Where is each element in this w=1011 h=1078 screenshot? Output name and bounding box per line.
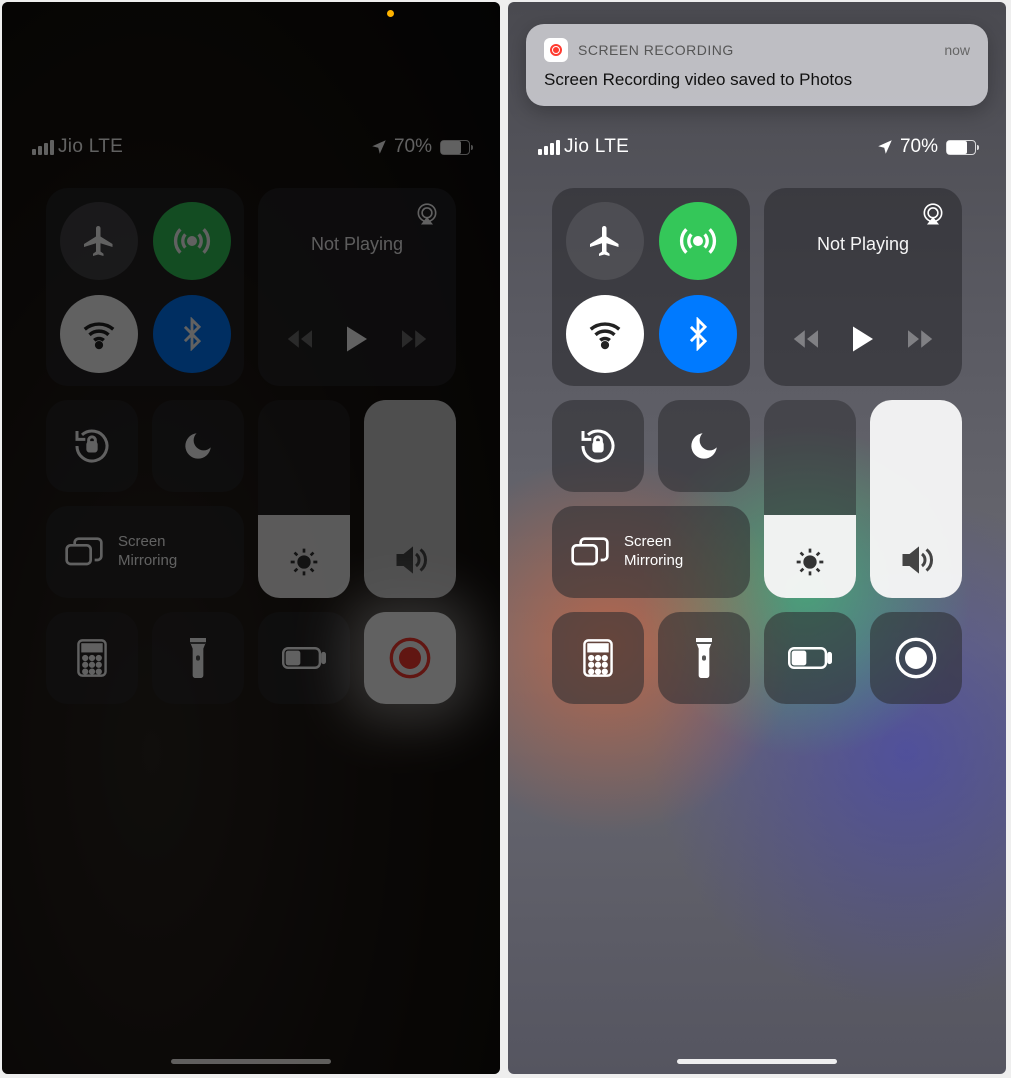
cellular-icon — [172, 221, 212, 261]
not-playing-label: Not Playing — [272, 234, 442, 255]
bluetooth-icon — [681, 317, 715, 351]
bluetooth-icon — [175, 317, 209, 351]
phone-left: Jio LTE 70% — [2, 2, 500, 1074]
notif-body: Screen Recording video saved to Photos — [544, 70, 970, 90]
airplane-toggle[interactable] — [566, 202, 644, 280]
record-icon — [894, 636, 938, 680]
screen-mirroring-button[interactable]: Screen Mirroring — [552, 506, 750, 598]
low-power-button[interactable] — [764, 612, 856, 704]
connectivity-module[interactable] — [46, 188, 244, 386]
calculator-icon — [77, 639, 107, 677]
wifi-icon — [586, 315, 624, 353]
mirror-icon — [64, 535, 104, 569]
volume-slider[interactable] — [870, 400, 962, 598]
home-indicator[interactable] — [171, 1059, 331, 1064]
orientation-lock-icon — [72, 426, 112, 466]
flashlight-icon — [187, 638, 209, 678]
orientation-lock-toggle[interactable] — [46, 400, 138, 492]
airplane-icon — [587, 223, 623, 259]
prev-track-icon[interactable] — [793, 328, 821, 350]
cellular-icon — [678, 221, 718, 261]
carrier-label: Jio LTE — [564, 136, 629, 158]
screen-mirroring-button[interactable]: Screen Mirroring — [46, 506, 244, 598]
orientation-lock-toggle[interactable] — [552, 400, 644, 492]
cellular-toggle[interactable] — [659, 202, 737, 280]
media-module[interactable]: Not Playing — [258, 188, 456, 386]
flashlight-icon — [693, 638, 715, 678]
location-icon — [370, 138, 388, 156]
wifi-toggle[interactable] — [60, 295, 138, 373]
airplane-icon — [81, 223, 117, 259]
volume-slider[interactable] — [364, 400, 456, 598]
low-power-icon — [788, 646, 832, 670]
orientation-lock-icon — [578, 426, 618, 466]
wifi-toggle[interactable] — [566, 295, 644, 373]
brightness-slider[interactable] — [258, 400, 350, 598]
status-bar: Jio LTE 70% — [508, 136, 1006, 158]
notif-app-name: SCREEN RECORDING — [578, 42, 734, 58]
screen-record-button[interactable] — [364, 612, 456, 704]
media-module[interactable]: Not Playing — [764, 188, 962, 386]
prev-track-icon[interactable] — [287, 328, 315, 350]
brightness-icon — [288, 546, 320, 578]
moon-icon — [181, 429, 215, 463]
next-track-icon[interactable] — [399, 328, 427, 350]
signal-bars-icon — [538, 140, 560, 155]
dnd-toggle[interactable] — [658, 400, 750, 492]
bluetooth-toggle[interactable] — [659, 295, 737, 373]
low-power-button[interactable] — [258, 612, 350, 704]
notification-banner[interactable]: SCREEN RECORDING now Screen Recording vi… — [526, 24, 988, 106]
signal-bars-icon — [32, 140, 54, 155]
status-bar: Jio LTE 70% — [2, 136, 500, 158]
volume-icon — [392, 542, 428, 578]
calculator-button[interactable] — [552, 612, 644, 704]
notif-app-icon — [544, 38, 568, 62]
control-center: Not Playing — [552, 188, 962, 718]
calculator-icon — [583, 639, 613, 677]
airplay-icon[interactable] — [414, 202, 440, 228]
play-icon[interactable] — [850, 324, 876, 354]
not-playing-label: Not Playing — [778, 234, 948, 255]
play-icon[interactable] — [344, 324, 370, 354]
volume-icon — [898, 542, 934, 578]
brightness-icon — [794, 546, 826, 578]
moon-icon — [687, 429, 721, 463]
airplay-icon[interactable] — [920, 202, 946, 228]
cellular-toggle[interactable] — [153, 202, 231, 280]
mirror-label: Screen Mirroring — [118, 533, 177, 571]
wifi-icon — [80, 315, 118, 353]
next-track-icon[interactable] — [905, 328, 933, 350]
battery-icon — [946, 140, 976, 155]
phone-right: SCREEN RECORDING now Screen Recording vi… — [508, 2, 1006, 1074]
record-icon — [388, 636, 432, 680]
airplane-toggle[interactable] — [60, 202, 138, 280]
screen-record-button[interactable] — [870, 612, 962, 704]
battery-icon — [440, 140, 470, 155]
low-power-icon — [282, 646, 326, 670]
control-center: Not Playing — [46, 188, 456, 718]
battery-percent: 70% — [900, 136, 938, 158]
calculator-button[interactable] — [46, 612, 138, 704]
dnd-toggle[interactable] — [152, 400, 244, 492]
battery-percent: 70% — [394, 136, 432, 158]
carrier-label: Jio LTE — [58, 136, 123, 158]
brightness-slider[interactable] — [764, 400, 856, 598]
connectivity-module[interactable] — [552, 188, 750, 386]
mirror-icon — [570, 535, 610, 569]
mirror-label: Screen Mirroring — [624, 533, 683, 571]
flashlight-button[interactable] — [152, 612, 244, 704]
privacy-indicator-dot — [387, 10, 394, 17]
home-indicator[interactable] — [677, 1059, 837, 1064]
location-icon — [876, 138, 894, 156]
bluetooth-toggle[interactable] — [153, 295, 231, 373]
flashlight-button[interactable] — [658, 612, 750, 704]
notif-time: now — [944, 42, 970, 58]
